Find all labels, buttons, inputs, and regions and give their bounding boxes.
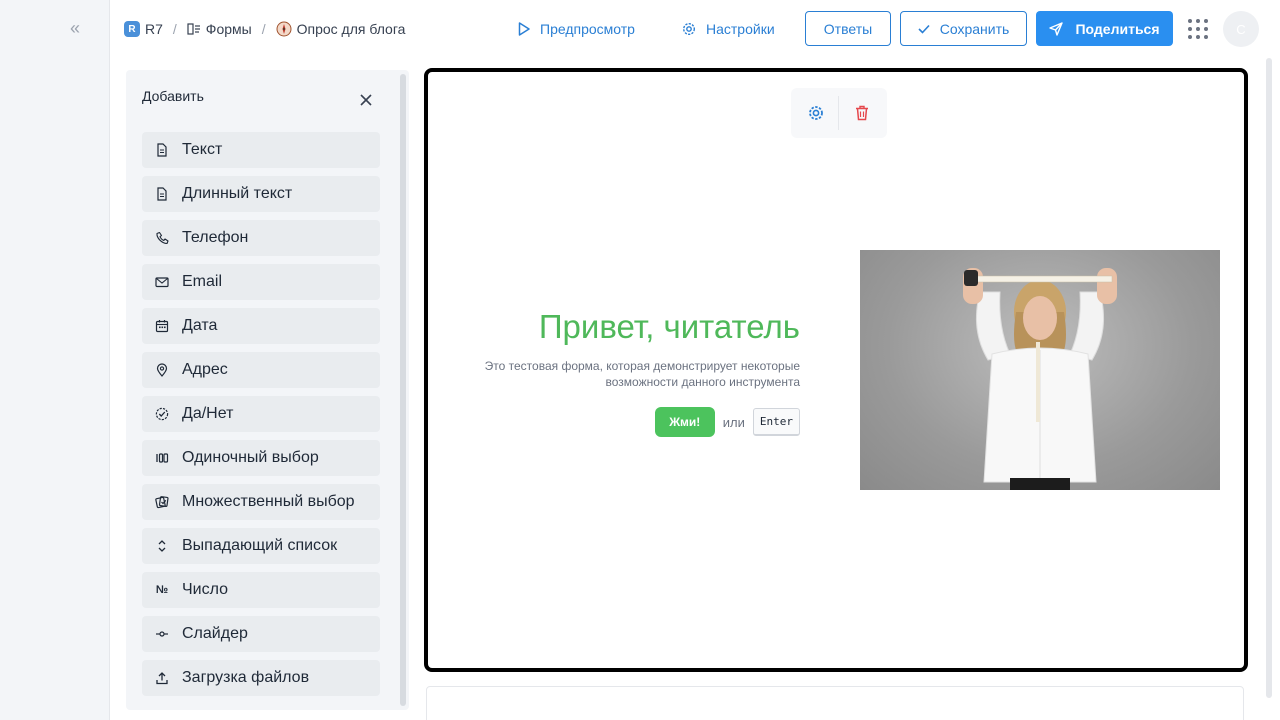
collapse-sidebar-icon[interactable]: «	[70, 18, 80, 38]
field-type-single-choice[interactable]: Одиночный выбор	[142, 440, 380, 476]
field-type-phone[interactable]: Телефон	[142, 220, 380, 256]
answers-label: Ответы	[823, 20, 873, 37]
play-icon	[518, 22, 530, 36]
field-type-label: Загрузка файлов	[182, 669, 310, 686]
welcome-description[interactable]: Это тестовая форма, которая демонстрируе…	[468, 358, 800, 390]
check-icon	[918, 24, 930, 34]
field-type-file-upload[interactable]: Загрузка файлов	[142, 660, 380, 696]
field-type-label: Дата	[182, 317, 218, 334]
left-rail: «	[0, 0, 110, 720]
preview-button[interactable]: Предпросмотр	[518, 18, 635, 40]
field-type-label: Выпадающий список	[182, 537, 338, 554]
page-scrollbar[interactable]	[1266, 58, 1272, 698]
close-icon[interactable]	[358, 92, 374, 108]
field-type-email[interactable]: Email	[142, 264, 380, 300]
enter-key-hint: Enter	[752, 408, 800, 436]
breadcrumb-separator: /	[261, 21, 266, 37]
mail-icon	[155, 277, 169, 288]
dropdown-icon	[158, 540, 166, 552]
breadcrumb: R R7 / Формы / Опрос для блога	[124, 18, 405, 40]
field-type-multi-choice[interactable]: Множественный выбор	[142, 484, 380, 520]
avatar[interactable]: С	[1223, 11, 1259, 47]
single-choice-icon	[156, 453, 169, 463]
file-icon	[157, 187, 167, 201]
form-screen-canvas[interactable]: Привет, читатель Это тестовая форма, кот…	[424, 68, 1248, 672]
field-type-slider[interactable]: Слайдер	[142, 616, 380, 652]
panel-title: Добавить	[142, 88, 204, 104]
save-label: Сохранить	[939, 20, 1010, 37]
upload-icon	[156, 672, 168, 685]
check-circle-icon	[155, 407, 169, 421]
breadcrumb-separator: /	[172, 21, 177, 37]
breadcrumb-forms-label: Формы	[205, 21, 252, 37]
send-icon	[1049, 21, 1064, 36]
field-type-label: Длинный текст	[182, 185, 293, 202]
field-type-text[interactable]: Текст	[142, 132, 380, 168]
file-icon	[157, 143, 167, 157]
field-type-list: Текст Длинный текст Телефон Email Дата А…	[142, 132, 380, 704]
breadcrumb-forms[interactable]: Формы	[187, 21, 252, 37]
field-type-dropdown[interactable]: Выпадающий список	[142, 528, 380, 564]
slider-icon	[156, 631, 168, 637]
settings-label: Настройки	[706, 21, 775, 37]
breadcrumb-root-label: R7	[145, 21, 163, 37]
calendar-icon	[155, 320, 169, 333]
toolbar-divider	[838, 96, 839, 130]
answers-button[interactable]: Ответы	[805, 11, 891, 46]
compass-icon	[276, 21, 292, 37]
apps-grid-icon[interactable]	[1188, 19, 1208, 39]
share-label: Поделиться	[1075, 20, 1160, 37]
breadcrumb-root[interactable]: R R7	[124, 21, 163, 37]
share-button[interactable]: Поделиться	[1036, 11, 1173, 46]
field-type-label: Множественный выбор	[182, 493, 355, 510]
welcome-title[interactable]: Привет, читатель	[468, 308, 800, 346]
field-type-address[interactable]: Адрес	[142, 352, 380, 388]
start-button[interactable]: Жми!	[654, 407, 715, 437]
field-type-label: Да/Нет	[182, 405, 234, 422]
trash-icon[interactable]	[853, 104, 871, 122]
field-type-number[interactable]: № Число	[142, 572, 380, 608]
block-toolbar	[791, 88, 887, 138]
r7-logo-icon: R	[124, 21, 140, 37]
gear-icon[interactable]	[807, 104, 825, 122]
map-pin-icon	[156, 363, 168, 377]
next-screen-preview[interactable]	[426, 686, 1244, 720]
panel-scrollbar[interactable]	[400, 74, 406, 706]
forms-icon	[187, 23, 200, 35]
add-field-panel: Добавить Текст Длинный текст Телефон Ema…	[126, 70, 409, 710]
field-type-label: Email	[182, 273, 223, 290]
breadcrumb-current-label: Опрос для блога	[296, 21, 406, 37]
field-type-long-text[interactable]: Длинный текст	[142, 176, 380, 212]
phone-icon	[156, 231, 169, 245]
breadcrumb-current: Опрос для блога	[276, 21, 406, 37]
woman-with-measuring-tape-illustration	[963, 268, 1117, 490]
gear-icon	[682, 22, 696, 36]
preview-label: Предпросмотр	[540, 21, 635, 37]
or-label: или	[722, 414, 745, 430]
save-button[interactable]: Сохранить	[900, 11, 1027, 46]
field-type-label: Число	[182, 581, 229, 598]
number-icon: №	[155, 584, 169, 596]
top-bar: R R7 / Формы / Опрос для блога Предпросм…	[110, 0, 1280, 58]
field-type-label: Телефон	[182, 229, 249, 246]
multi-choice-icon	[155, 496, 169, 509]
field-type-label: Текст	[182, 141, 223, 158]
field-type-date[interactable]: Дата	[142, 308, 380, 344]
field-type-label: Адрес	[182, 361, 228, 378]
start-row: Жми! или Enter	[468, 407, 800, 437]
settings-button[interactable]: Настройки	[682, 18, 775, 40]
field-type-yes-no[interactable]: Да/Нет	[142, 396, 380, 432]
welcome-image[interactable]	[860, 250, 1220, 490]
field-type-label: Одиночный выбор	[182, 449, 319, 466]
field-type-label: Слайдер	[182, 625, 248, 642]
